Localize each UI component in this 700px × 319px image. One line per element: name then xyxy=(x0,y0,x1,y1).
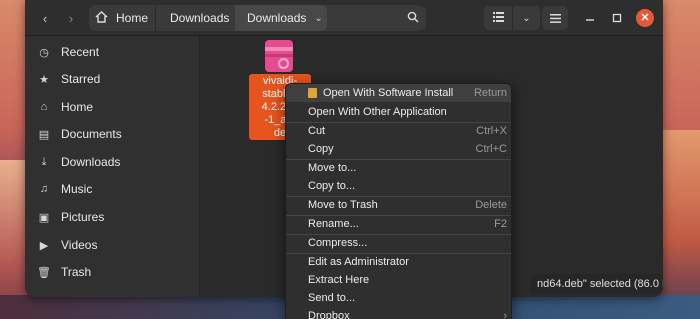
sidebar-item-label: Pictures xyxy=(61,210,105,224)
maximize-icon xyxy=(612,11,622,26)
music-icon: ♫ xyxy=(39,183,49,195)
trash-icon: 🗑 xyxy=(37,266,51,279)
sidebar-item-label: Starred xyxy=(61,72,101,86)
menu-item-copy-to[interactable]: Copy to... xyxy=(286,177,511,195)
sidebar-item-label: Videos xyxy=(61,238,98,252)
menu-item-accel: F2 xyxy=(494,218,507,230)
menu-item-label: Move to... xyxy=(308,162,357,174)
menu-item-open-with-other-application[interactable]: Open With Other Application xyxy=(286,103,511,121)
package-icon xyxy=(308,88,317,98)
view-options-button[interactable]: ⌄ xyxy=(512,6,540,30)
deb-package-icon[interactable] xyxy=(265,40,293,72)
menu-item-label: Open With Software Install xyxy=(323,87,454,99)
selection-status: nd64.deb" selected (86.0 MB) xyxy=(531,274,663,294)
menu-item-compress[interactable]: Compress... xyxy=(286,234,511,252)
main-menu-button[interactable] xyxy=(542,6,568,30)
sidebar-item-label: Music xyxy=(61,182,93,196)
menu-item-label: Copy to... xyxy=(308,180,356,192)
sidebar-item-label: Trash xyxy=(61,265,92,279)
menu-item-rename[interactable]: Rename... F2 xyxy=(286,215,511,233)
sidebar-item-starred[interactable]: ★ Starred xyxy=(25,66,200,92)
path-downloads-current[interactable]: Downloads ⌄ xyxy=(235,5,327,31)
path-home-label: Home xyxy=(116,11,149,25)
close-button[interactable] xyxy=(636,9,654,27)
path-home[interactable]: Home xyxy=(89,5,155,31)
home-icon xyxy=(95,10,108,26)
menu-item-label: Dropbox xyxy=(308,310,350,319)
menu-item-copy[interactable]: Copy Ctrl+C xyxy=(286,140,511,158)
menu-item-label: Cut xyxy=(308,125,326,137)
sidebar-item-label: Documents xyxy=(61,127,122,141)
path-downloads-current-label: Downloads xyxy=(247,11,307,25)
sidebar-item-music[interactable]: ♫ Music xyxy=(25,176,200,202)
menu-item-label: Extract Here xyxy=(308,274,370,286)
menu-item-label: Move to Trash xyxy=(308,199,378,211)
back-button[interactable]: ‹ xyxy=(33,6,57,30)
menu-item-accel: Ctrl+X xyxy=(476,125,507,137)
sidebar-item-pictures[interactable]: ▣ Pictures xyxy=(25,204,200,230)
sidebar-item-recent[interactable]: ◷ Recent xyxy=(25,39,200,65)
sidebar-item-videos[interactable]: ▶ Videos xyxy=(25,232,200,258)
context-menu: Open With Software Install Return Open W… xyxy=(285,83,512,319)
sidebar-item-label: Home xyxy=(61,100,94,114)
menu-item-label: Compress... xyxy=(308,237,368,249)
list-view-icon xyxy=(492,11,504,25)
menu-item-label: Open With Other Application xyxy=(308,106,447,118)
menu-item-label: Rename... xyxy=(308,218,359,230)
hamburger-icon xyxy=(549,11,561,26)
search-icon xyxy=(407,11,419,26)
menu-item-dropbox[interactable]: Dropbox › xyxy=(286,307,511,319)
menu-item-move-to-trash[interactable]: Move to Trash Delete xyxy=(286,196,511,214)
path-downloads-parent[interactable]: Downloads xyxy=(155,5,235,31)
list-view-button[interactable] xyxy=(484,6,512,30)
menu-item-accel: Return xyxy=(473,87,507,99)
menu-item-edit-as-administrator[interactable]: Edit as Administrator xyxy=(286,253,511,271)
chevron-right-icon: › xyxy=(68,10,74,26)
path-downloads-parent-label: Downloads xyxy=(170,11,230,25)
star-icon: ★ xyxy=(39,73,49,86)
menu-item-cut[interactable]: Cut Ctrl+X xyxy=(286,122,511,140)
sidebar-item-downloads[interactable]: ⤓ Downloads xyxy=(25,149,200,175)
close-icon xyxy=(641,12,649,24)
menu-item-label: Send to... xyxy=(308,292,356,304)
menu-item-label: Edit as Administrator xyxy=(308,256,409,268)
sidebar-item-documents[interactable]: ▤ Documents xyxy=(25,121,200,147)
video-icon: ▶ xyxy=(39,239,49,252)
menu-item-label: Copy xyxy=(308,143,334,155)
header-bar: ‹ › Home Downloads Downloads ⌄ ⌄ xyxy=(25,0,663,36)
search-button[interactable] xyxy=(400,6,426,30)
sidebar-item-home[interactable]: ⌂ Home xyxy=(25,94,200,120)
chevron-down-icon: ⌄ xyxy=(314,12,323,24)
maximize-button[interactable] xyxy=(607,6,627,30)
sidebar: ◷ Recent ★ Starred ⌂ Home ▤ Documents ⤓ … xyxy=(25,36,200,297)
sidebar-item-label: Downloads xyxy=(61,155,121,169)
menu-item-send-to[interactable]: Send to... xyxy=(286,289,511,307)
minimize-button[interactable] xyxy=(580,6,600,30)
chevron-left-icon: ‹ xyxy=(42,10,48,26)
minimize-icon xyxy=(585,11,595,26)
menu-item-open-with-software-install[interactable]: Open With Software Install Return xyxy=(286,84,511,102)
home-icon: ⌂ xyxy=(40,101,48,113)
view-switcher: ⌄ xyxy=(484,6,540,30)
menu-item-accel: Ctrl+C xyxy=(475,143,507,155)
document-icon: ▤ xyxy=(38,128,50,141)
menu-item-accel: Delete xyxy=(475,199,507,211)
sidebar-item-trash[interactable]: 🗑 Trash xyxy=(25,259,200,285)
picture-icon: ▣ xyxy=(38,211,50,224)
forward-button[interactable]: › xyxy=(59,6,83,30)
download-icon: ⤓ xyxy=(41,155,47,168)
menu-item-extract-here[interactable]: Extract Here xyxy=(286,271,511,289)
sidebar-item-label: Recent xyxy=(61,45,100,59)
menu-item-move-to[interactable]: Move to... xyxy=(286,159,511,177)
clock-icon: ◷ xyxy=(39,46,49,59)
path-bar: Home Downloads Downloads ⌄ xyxy=(89,5,421,31)
chevron-right-icon: › xyxy=(503,310,507,319)
chevron-down-icon: ⌄ xyxy=(522,12,531,24)
